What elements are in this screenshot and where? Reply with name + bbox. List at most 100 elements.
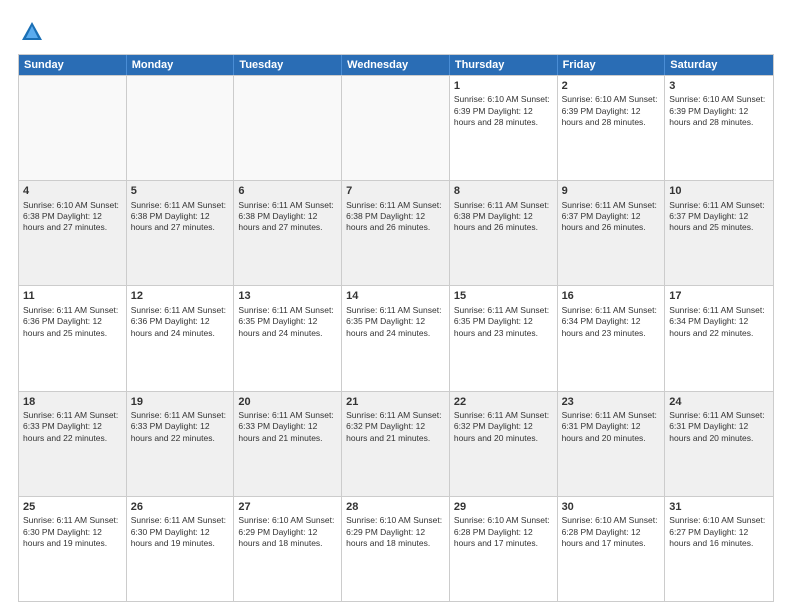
calendar-cell: 26Sunrise: 6:11 AM Sunset: 6:30 PM Dayli… [127, 497, 235, 601]
cell-daylight-info: Sunrise: 6:11 AM Sunset: 6:32 PM Dayligh… [454, 410, 553, 444]
calendar-cell: 20Sunrise: 6:11 AM Sunset: 6:33 PM Dayli… [234, 392, 342, 496]
day-number: 28 [346, 500, 445, 514]
day-number: 22 [454, 395, 553, 409]
calendar-cell: 29Sunrise: 6:10 AM Sunset: 6:28 PM Dayli… [450, 497, 558, 601]
day-number: 19 [131, 395, 230, 409]
calendar-day-header: Tuesday [234, 55, 342, 75]
cell-daylight-info: Sunrise: 6:11 AM Sunset: 6:36 PM Dayligh… [131, 305, 230, 339]
calendar-header: SundayMondayTuesdayWednesdayThursdayFrid… [19, 55, 773, 75]
calendar-day-header: Sunday [19, 55, 127, 75]
cell-daylight-info: Sunrise: 6:10 AM Sunset: 6:39 PM Dayligh… [669, 94, 769, 128]
cell-daylight-info: Sunrise: 6:11 AM Sunset: 6:36 PM Dayligh… [23, 305, 122, 339]
header [18, 18, 774, 46]
day-number: 5 [131, 184, 230, 198]
calendar-cell: 9 Sunrise: 6:11 AM Sunset: 6:37 PM Daylig… [558, 181, 666, 285]
day-number: 29 [454, 500, 553, 514]
calendar-cell: 28Sunrise: 6:10 AM Sunset: 6:29 PM Dayli… [342, 497, 450, 601]
cell-daylight-info: Sunrise: 6:10 AM Sunset: 6:28 PM Dayligh… [562, 515, 661, 549]
logo [18, 18, 50, 46]
cell-daylight-info: Sunrise: 6:11 AM Sunset: 6:38 PM Dayligh… [454, 200, 553, 234]
calendar-cell: 17 Sunrise: 6:11 AM Sunset: 6:34 PM Dayli… [665, 286, 773, 390]
cell-daylight-info: Sunrise: 6:11 AM Sunset: 6:38 PM Dayligh… [131, 200, 230, 234]
page: SundayMondayTuesdayWednesdayThursdayFrid… [0, 0, 792, 612]
day-number: 21 [346, 395, 445, 409]
cell-daylight-info: Sunrise: 6:11 AM Sunset: 6:33 PM Dayligh… [238, 410, 337, 444]
calendar-week-row: 25Sunrise: 6:11 AM Sunset: 6:30 PM Dayli… [19, 496, 773, 601]
day-number: 17 [669, 289, 769, 303]
calendar-week-row: 4 Sunrise: 6:10 AM Sunset: 6:38 PM Daylig… [19, 180, 773, 285]
cell-daylight-info: Sunrise: 6:11 AM Sunset: 6:35 PM Dayligh… [238, 305, 337, 339]
calendar-cell: 10 Sunrise: 6:11 AM Sunset: 6:37 PM Dayli… [665, 181, 773, 285]
calendar-cell: 1Sunrise: 6:10 AM Sunset: 6:39 PM Daylig… [450, 76, 558, 180]
cell-daylight-info: Sunrise: 6:11 AM Sunset: 6:35 PM Dayligh… [454, 305, 553, 339]
calendar-cell [19, 76, 127, 180]
calendar-cell: 8 Sunrise: 6:11 AM Sunset: 6:38 PM Daylig… [450, 181, 558, 285]
cell-daylight-info: Sunrise: 6:11 AM Sunset: 6:34 PM Dayligh… [669, 305, 769, 339]
day-number: 18 [23, 395, 122, 409]
day-number: 10 [669, 184, 769, 198]
calendar-day-header: Friday [558, 55, 666, 75]
calendar-cell: 12 Sunrise: 6:11 AM Sunset: 6:36 PM Dayli… [127, 286, 235, 390]
logo-icon [18, 18, 46, 46]
calendar-cell: 13 Sunrise: 6:11 AM Sunset: 6:35 PM Dayli… [234, 286, 342, 390]
day-number: 2 [562, 79, 661, 93]
calendar-body: 1Sunrise: 6:10 AM Sunset: 6:39 PM Daylig… [19, 75, 773, 601]
calendar-week-row: 18Sunrise: 6:11 AM Sunset: 6:33 PM Dayli… [19, 391, 773, 496]
cell-daylight-info: Sunrise: 6:10 AM Sunset: 6:28 PM Dayligh… [454, 515, 553, 549]
cell-daylight-info: Sunrise: 6:10 AM Sunset: 6:29 PM Dayligh… [346, 515, 445, 549]
calendar-cell: 31Sunrise: 6:10 AM Sunset: 6:27 PM Dayli… [665, 497, 773, 601]
cell-daylight-info: Sunrise: 6:11 AM Sunset: 6:35 PM Dayligh… [346, 305, 445, 339]
cell-daylight-info: Sunrise: 6:11 AM Sunset: 6:37 PM Dayligh… [669, 200, 769, 234]
cell-daylight-info: Sunrise: 6:11 AM Sunset: 6:38 PM Dayligh… [238, 200, 337, 234]
calendar-cell [127, 76, 235, 180]
calendar-day-header: Thursday [450, 55, 558, 75]
day-number: 9 [562, 184, 661, 198]
day-number: 14 [346, 289, 445, 303]
calendar-cell: 27Sunrise: 6:10 AM Sunset: 6:29 PM Dayli… [234, 497, 342, 601]
calendar-cell: 7Sunrise: 6:11 AM Sunset: 6:38 PM Daylig… [342, 181, 450, 285]
cell-daylight-info: Sunrise: 6:11 AM Sunset: 6:38 PM Dayligh… [346, 200, 445, 234]
cell-daylight-info: Sunrise: 6:11 AM Sunset: 6:33 PM Dayligh… [23, 410, 122, 444]
day-number: 20 [238, 395, 337, 409]
day-number: 26 [131, 500, 230, 514]
cell-daylight-info: Sunrise: 6:11 AM Sunset: 6:30 PM Dayligh… [131, 515, 230, 549]
cell-daylight-info: Sunrise: 6:10 AM Sunset: 6:39 PM Dayligh… [562, 94, 661, 128]
cell-daylight-info: Sunrise: 6:10 AM Sunset: 6:27 PM Dayligh… [669, 515, 769, 549]
calendar-cell: 15 Sunrise: 6:11 AM Sunset: 6:35 PM Dayli… [450, 286, 558, 390]
day-number: 15 [454, 289, 553, 303]
day-number: 16 [562, 289, 661, 303]
calendar-cell: 16 Sunrise: 6:11 AM Sunset: 6:34 PM Dayli… [558, 286, 666, 390]
calendar-cell: 11Sunrise: 6:11 AM Sunset: 6:36 PM Dayli… [19, 286, 127, 390]
day-number: 12 [131, 289, 230, 303]
calendar-cell [342, 76, 450, 180]
calendar-day-header: Wednesday [342, 55, 450, 75]
calendar-cell: 22Sunrise: 6:11 AM Sunset: 6:32 PM Dayli… [450, 392, 558, 496]
cell-daylight-info: Sunrise: 6:10 AM Sunset: 6:29 PM Dayligh… [238, 515, 337, 549]
calendar-cell: 2Sunrise: 6:10 AM Sunset: 6:39 PM Daylig… [558, 76, 666, 180]
calendar-day-header: Monday [127, 55, 235, 75]
cell-daylight-info: Sunrise: 6:11 AM Sunset: 6:34 PM Dayligh… [562, 305, 661, 339]
calendar-cell: 5 Sunrise: 6:11 AM Sunset: 6:38 PM Daylig… [127, 181, 235, 285]
day-number: 25 [23, 500, 122, 514]
calendar-cell: 30Sunrise: 6:10 AM Sunset: 6:28 PM Dayli… [558, 497, 666, 601]
cell-daylight-info: Sunrise: 6:11 AM Sunset: 6:32 PM Dayligh… [346, 410, 445, 444]
cell-daylight-info: Sunrise: 6:10 AM Sunset: 6:38 PM Dayligh… [23, 200, 122, 234]
calendar-cell [234, 76, 342, 180]
calendar-cell: 4 Sunrise: 6:10 AM Sunset: 6:38 PM Daylig… [19, 181, 127, 285]
cell-daylight-info: Sunrise: 6:11 AM Sunset: 6:33 PM Dayligh… [131, 410, 230, 444]
calendar-day-header: Saturday [665, 55, 773, 75]
cell-daylight-info: Sunrise: 6:11 AM Sunset: 6:31 PM Dayligh… [669, 410, 769, 444]
calendar-cell: 14 Sunrise: 6:11 AM Sunset: 6:35 PM Dayli… [342, 286, 450, 390]
calendar-cell: 3Sunrise: 6:10 AM Sunset: 6:39 PM Daylig… [665, 76, 773, 180]
day-number: 6 [238, 184, 337, 198]
cell-daylight-info: Sunrise: 6:11 AM Sunset: 6:37 PM Dayligh… [562, 200, 661, 234]
cell-daylight-info: Sunrise: 6:11 AM Sunset: 6:30 PM Dayligh… [23, 515, 122, 549]
calendar-week-row: 1Sunrise: 6:10 AM Sunset: 6:39 PM Daylig… [19, 75, 773, 180]
calendar-cell: 21Sunrise: 6:11 AM Sunset: 6:32 PM Dayli… [342, 392, 450, 496]
day-number: 31 [669, 500, 769, 514]
calendar-week-row: 11Sunrise: 6:11 AM Sunset: 6:36 PM Dayli… [19, 285, 773, 390]
day-number: 8 [454, 184, 553, 198]
day-number: 4 [23, 184, 122, 198]
calendar-cell: 25Sunrise: 6:11 AM Sunset: 6:30 PM Dayli… [19, 497, 127, 601]
day-number: 13 [238, 289, 337, 303]
